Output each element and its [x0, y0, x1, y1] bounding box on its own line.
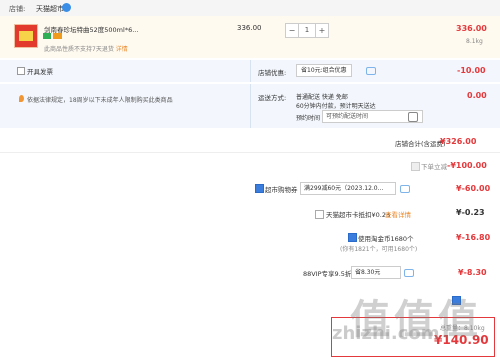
instant-discount-checkbox[interactable] — [411, 162, 420, 171]
divider — [250, 60, 251, 82]
calendar-icon[interactable] — [408, 112, 418, 122]
card-checkbox[interactable] — [315, 210, 324, 219]
shipping-label: 运送方式: — [258, 94, 287, 102]
quantity-stepper: − 1 + — [285, 23, 329, 38]
shipping-fee: 0.00 — [467, 91, 487, 100]
shipping-eta: 60分钟内付款，预计明天送达 — [296, 103, 376, 110]
guarantee-icon — [43, 33, 51, 39]
product-weight: 8.1kg — [466, 38, 483, 45]
divider — [250, 84, 251, 128]
instant-discount-label: 下单立减 — [421, 163, 447, 171]
comment-icon[interactable] — [366, 67, 376, 75]
store-coupon-amount: -10.00 — [457, 66, 486, 75]
store-total-label: 店铺合计(含运费) — [395, 140, 446, 148]
quantity-decrement-button[interactable]: − — [286, 24, 298, 37]
store-name-link[interactable]: 天猫超市 — [36, 4, 64, 14]
shipping-method: 普通配送 快递 免邮 — [296, 94, 348, 101]
invoice-label: 开具发票 — [27, 68, 53, 76]
line-total: 336.00 — [456, 24, 487, 33]
instant-discount-value: -¥100.00 — [447, 161, 487, 170]
voucher-value: ¥-60.00 — [456, 184, 491, 193]
vip-value: ¥-8.30 — [458, 268, 487, 277]
comment-icon[interactable] — [400, 185, 410, 193]
vip-select[interactable]: 省8.30元 — [351, 266, 401, 279]
points-sub: (你有1821个，可用1680个) — [340, 246, 418, 253]
store-coupon-label: 店铺优惠: — [258, 69, 287, 77]
return-policy-note: 此商品性质不支持7天退货 详情 — [44, 44, 128, 53]
location-pin-icon — [19, 95, 24, 102]
appointment-time-label: 预约时间 — [296, 115, 321, 122]
card-details-link[interactable]: 查看详情 — [385, 209, 411, 219]
quantity-input[interactable]: 1 — [298, 24, 316, 37]
quantity-increment-button[interactable]: + — [316, 24, 328, 37]
points-label: 使用淘金币1680个 — [358, 235, 414, 243]
voucher-select[interactable]: 满299减60元（2023.12.0... — [300, 182, 396, 195]
store-total-value: ¥326.00 — [440, 137, 477, 146]
comment-icon[interactable] — [404, 269, 414, 277]
card-value: ¥-0.23 — [456, 208, 485, 217]
service-icon — [53, 33, 62, 39]
invoice-checkbox[interactable] — [17, 67, 25, 75]
return-policy-details-link[interactable]: 详情 — [116, 46, 128, 53]
divider — [0, 152, 500, 153]
unit-price: 336.00 — [237, 24, 262, 32]
card-label: 天猫超市卡抵扣¥0.23 — [326, 211, 391, 219]
points-value: ¥-16.80 — [456, 233, 491, 242]
points-checkbox[interactable] — [348, 233, 357, 242]
product-thumbnail[interactable] — [14, 24, 38, 48]
store-header: 店铺: 天猫超市 — [0, 0, 500, 17]
store-badge-icon — [62, 3, 71, 12]
watermark-url: zhizhi.com — [332, 323, 440, 344]
return-policy-text: 此商品性质不支持7天退货 — [44, 46, 114, 53]
store-label: 店铺: — [9, 5, 26, 13]
voucher-checkbox[interactable] — [255, 184, 264, 193]
age-restriction-tip: 依据法律规定，18周岁以下未成年人限制购买此类商品 — [27, 97, 173, 104]
vip-label: 88VIP专享9.5折 — [303, 270, 352, 278]
voucher-label: 超市购物券 — [265, 186, 298, 194]
store-coupon-select[interactable]: 省10元:组合优惠 — [296, 64, 352, 77]
